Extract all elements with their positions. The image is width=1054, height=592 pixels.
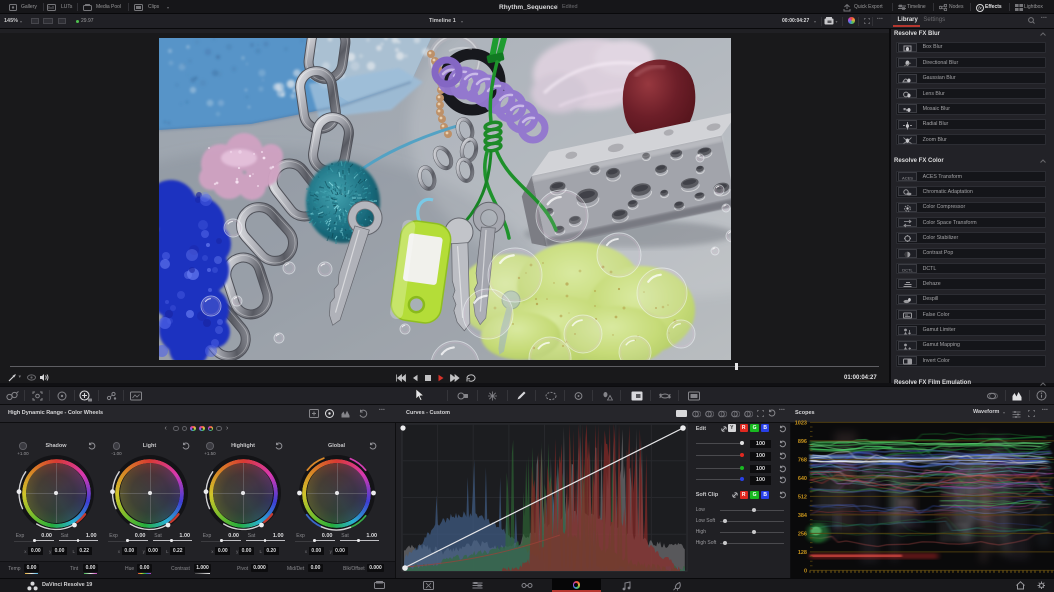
svg-text:384: 384 — [798, 513, 808, 519]
svg-text:0: 0 — [804, 568, 807, 574]
svg-text:fx: fx — [978, 5, 982, 10]
svg-text:512: 512 — [798, 494, 807, 500]
svg-text:1023: 1023 — [795, 420, 807, 426]
svg-text:768: 768 — [798, 457, 807, 463]
svg-text:896: 896 — [798, 439, 807, 445]
svg-text:ACES: ACES — [902, 176, 913, 181]
svg-text:128: 128 — [798, 550, 807, 556]
svg-text:640: 640 — [798, 476, 807, 482]
svg-text:DCTL: DCTL — [902, 268, 913, 273]
svg-text:256: 256 — [798, 531, 807, 537]
